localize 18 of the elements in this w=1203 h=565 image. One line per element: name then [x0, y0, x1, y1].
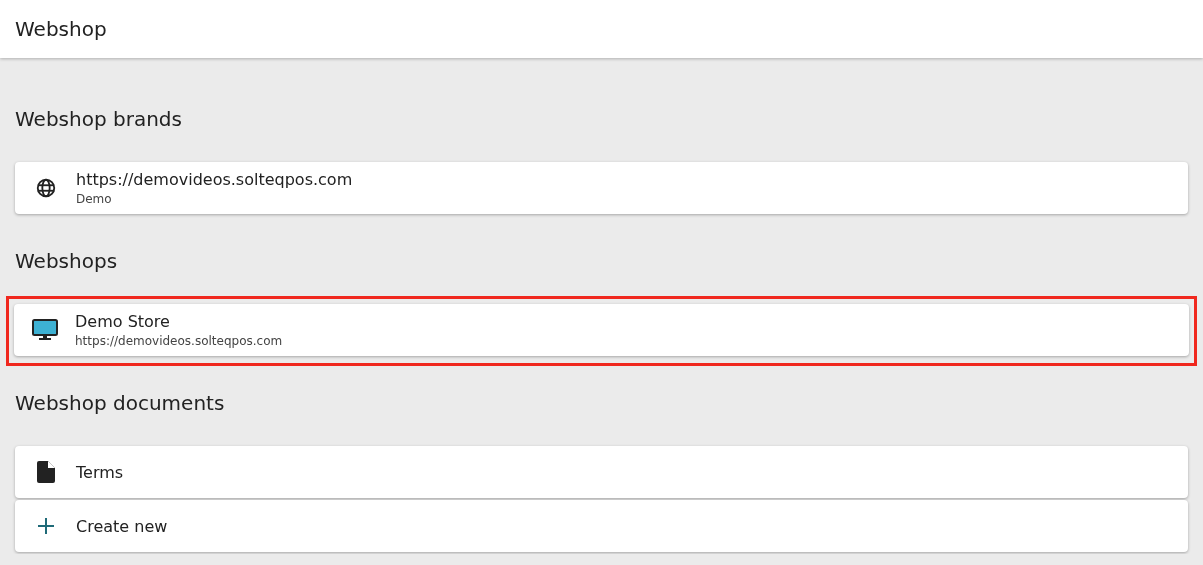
monitor-icon [32, 319, 58, 341]
item-title: https://demovideos.solteqpos.com [76, 170, 353, 189]
list-item[interactable]: Terms [15, 446, 1188, 498]
page-title: Webshop [15, 17, 107, 41]
item-subtitle: Demo [76, 192, 113, 206]
list-item[interactable]: https://demovideos.solteqpos.com Demo [15, 162, 1188, 214]
item-title: Terms [76, 462, 124, 482]
item-subtitle: https://demovideos.solteqpos.com [75, 334, 283, 348]
list-item[interactable]: Demo Store https://demovideos.solteqpos.com [14, 304, 1189, 356]
document-icon [37, 461, 55, 483]
item-title: Demo Store [75, 312, 171, 331]
section-title: Webshop brands [15, 106, 183, 133]
section-title: Webshop documents [15, 390, 226, 417]
globe-icon [35, 177, 57, 199]
plus-icon [37, 517, 55, 535]
item-title: Create new [76, 516, 168, 536]
section-title: Webshops [15, 248, 119, 275]
list-item[interactable]: Create new [15, 500, 1188, 552]
